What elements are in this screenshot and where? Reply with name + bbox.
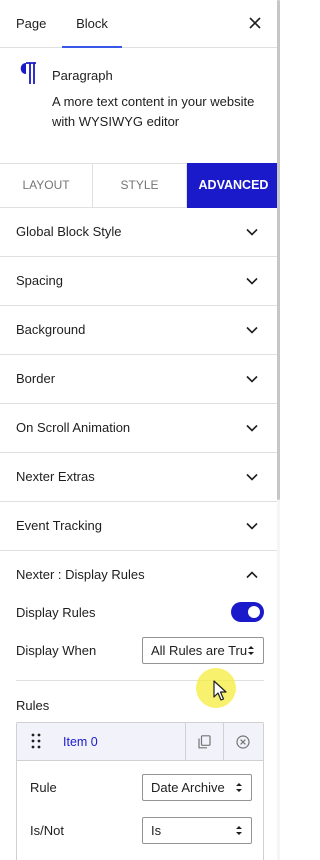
panel-spacing[interactable]: Spacing xyxy=(0,257,280,306)
panel-label: Event Tracking xyxy=(16,518,102,533)
block-description: A more text content in your website with… xyxy=(52,94,255,129)
panel-label: Global Block Style xyxy=(16,224,122,239)
scrollbar-thumb[interactable] xyxy=(277,0,280,500)
tab-advanced[interactable]: ADVANCED xyxy=(187,163,280,208)
panel-label: Nexter Extras xyxy=(16,469,95,484)
panel-border[interactable]: Border xyxy=(0,355,280,404)
tab-page[interactable]: Page xyxy=(16,0,46,48)
remove-button[interactable] xyxy=(223,723,261,761)
rule-label: Rule xyxy=(30,780,57,795)
close-icon[interactable] xyxy=(246,14,264,32)
scrollbar[interactable] xyxy=(277,0,280,860)
panel-display-rules[interactable]: Nexter : Display Rules xyxy=(0,551,280,600)
paragraph-icon xyxy=(20,62,36,84)
panel-on-scroll-animation[interactable]: On Scroll Animation xyxy=(0,404,280,453)
toggle-knob xyxy=(248,606,260,618)
chevron-down-icon xyxy=(246,277,258,285)
copy-icon xyxy=(198,735,211,749)
chevron-up-icon xyxy=(246,571,258,579)
panel-label: Border xyxy=(16,371,56,386)
duplicate-button[interactable] xyxy=(185,723,223,761)
chevron-down-icon xyxy=(246,326,258,334)
panel-label: On Scroll Animation xyxy=(16,420,131,435)
rule-repeater-item: Item 0 Rule Date Archive Is/Not Is xyxy=(16,722,264,860)
block-name: Paragraph xyxy=(52,68,113,83)
select-arrows-icon xyxy=(235,824,243,837)
sidebar-header: Page Block xyxy=(0,0,280,48)
panel-label: Spacing xyxy=(16,273,63,288)
settings-tabs: LAYOUT STYLE ADVANCED xyxy=(0,163,280,208)
isnot-value: Is xyxy=(151,823,162,838)
tab-layout[interactable]: LAYOUT xyxy=(0,163,93,208)
tab-block[interactable]: Block xyxy=(62,0,122,48)
panel-background[interactable]: Background xyxy=(0,306,280,355)
select-arrows-icon xyxy=(235,781,243,794)
mouse-pointer-icon xyxy=(213,680,227,701)
repeater-item-title: Item 0 xyxy=(63,735,98,749)
close-circle-icon xyxy=(236,735,250,749)
display-when-label: Display When xyxy=(16,643,97,658)
chevron-down-icon xyxy=(246,424,258,432)
display-when-select[interactable]: All Rules are True xyxy=(142,637,264,664)
isnot-select[interactable]: Is xyxy=(142,817,252,844)
select-arrows-icon xyxy=(247,644,255,657)
chevron-down-icon xyxy=(246,228,258,236)
panel-event-tracking[interactable]: Event Tracking xyxy=(0,502,280,551)
chevron-down-icon xyxy=(246,375,258,383)
panel-global-block-style[interactable]: Global Block Style xyxy=(0,208,280,257)
display-rules-label: Display Rules xyxy=(16,605,96,620)
block-card: Paragraph A more text content in your we… xyxy=(0,48,280,164)
chevron-down-icon xyxy=(246,473,258,481)
rule-select[interactable]: Date Archive xyxy=(142,774,252,801)
rule-value: Date Archive xyxy=(151,780,225,795)
panel-nexter-extras[interactable]: Nexter Extras xyxy=(0,453,280,502)
drag-handle-icon[interactable] xyxy=(31,733,41,749)
chevron-down-icon xyxy=(246,522,258,530)
rules-label: Rules xyxy=(16,698,50,713)
panel-label: Nexter : Display Rules xyxy=(16,567,145,582)
display-when-value: All Rules are True xyxy=(151,643,255,658)
display-rules-toggle[interactable] xyxy=(231,602,264,622)
panel-label: Background xyxy=(16,322,86,337)
tab-style[interactable]: STYLE xyxy=(93,163,187,208)
isnot-label: Is/Not xyxy=(30,823,64,838)
repeater-item-header[interactable]: Item 0 xyxy=(17,723,263,761)
